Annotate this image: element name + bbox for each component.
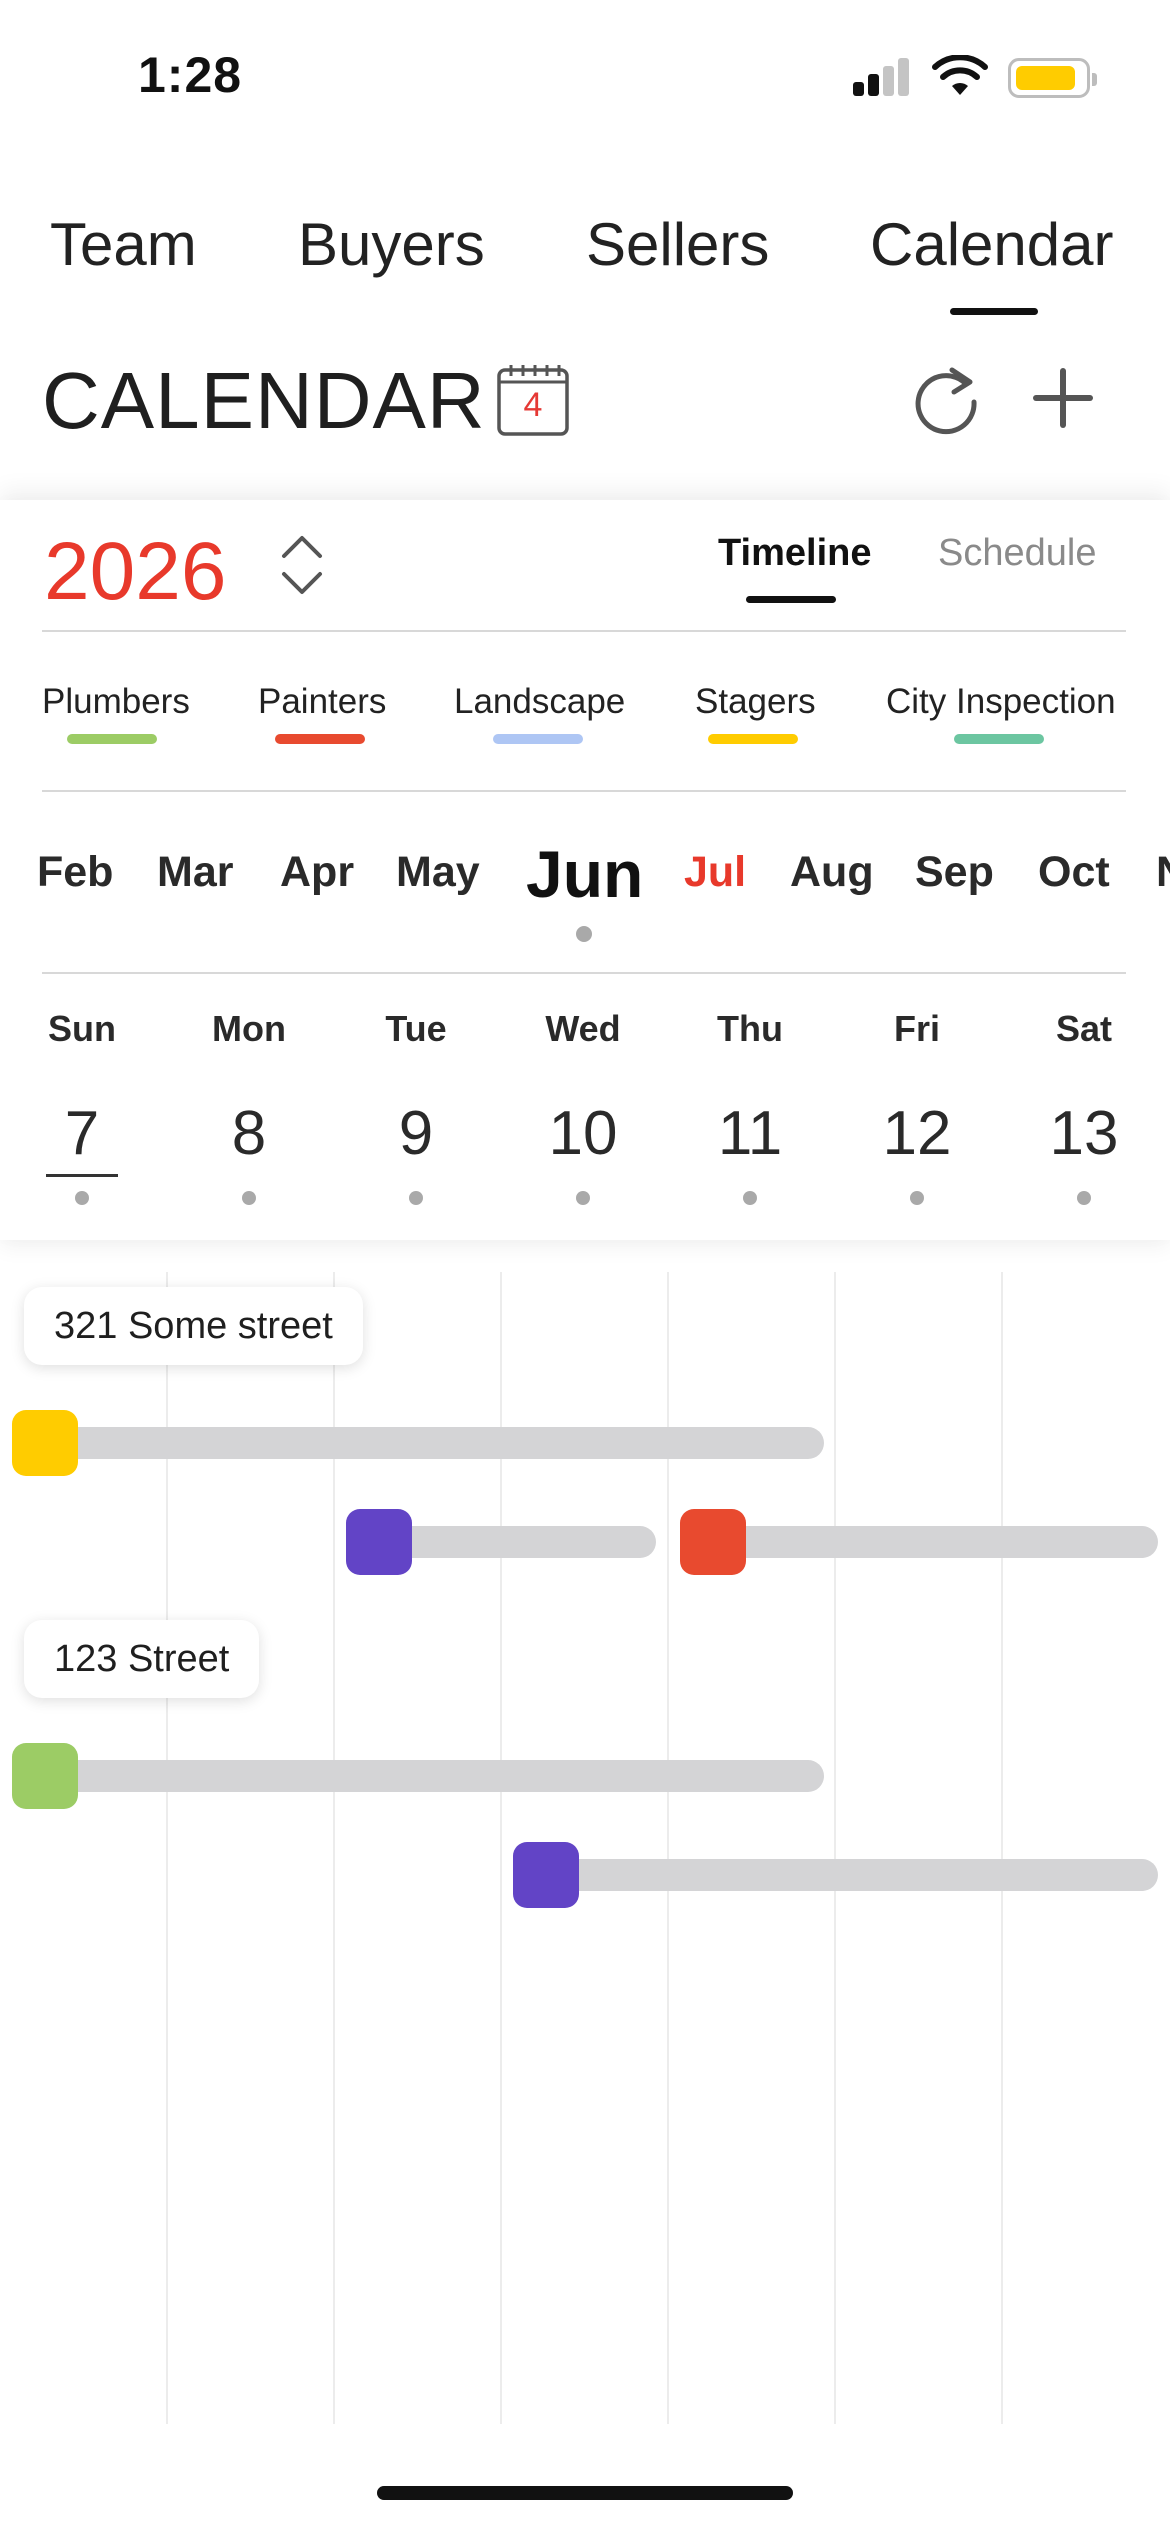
view-tab-indicator [746,596,836,603]
home-indicator[interactable] [377,2486,793,2500]
signal-icon [853,58,909,96]
day-number[interactable]: 13 [1014,1098,1154,1169]
category-stagers[interactable]: Stagers [695,682,816,722]
day-number[interactable]: 8 [179,1098,319,1169]
day-number[interactable]: 9 [346,1098,486,1169]
tab-buyers[interactable]: Buyers [298,210,485,279]
calendar-icon[interactable]: 4 [495,362,571,438]
grid-line [1001,1272,1003,2424]
calendar-icon-number: 4 [523,386,543,424]
category-city-inspection[interactable]: City Inspection [886,682,1116,722]
category-color-bar [67,734,157,744]
category-color-bar [493,734,583,744]
chevron-up-down-icon[interactable] [278,532,326,598]
day-number[interactable]: 10 [513,1098,653,1169]
refresh-icon[interactable] [908,362,984,438]
day-number[interactable]: 11 [680,1098,820,1169]
day-number[interactable]: 12 [847,1098,987,1169]
divider [42,972,1126,974]
year-label[interactable]: 2026 [44,525,226,619]
tab-sellers[interactable]: Sellers [586,210,769,279]
category-color-bar [275,734,365,744]
weekday-label: Sun [48,1008,116,1049]
task-bar[interactable] [515,1859,1158,1891]
month-item[interactable]: Mar [157,848,233,897]
category-plumbers[interactable]: Plumbers [42,682,190,722]
weekday-label: Fri [893,1008,940,1049]
day-dot [910,1191,924,1205]
battery-icon [1008,58,1097,98]
weekday-label: Sat [1055,1008,1113,1049]
day-dot [75,1191,89,1205]
weekday-label: Tue [385,1008,447,1049]
page-title: CALENDAR [42,356,486,445]
month-item-selected[interactable]: Jun [526,836,643,912]
selected-day-underline [46,1174,118,1177]
day-number-selected[interactable]: 7 [12,1098,152,1169]
task-handle-plumbers[interactable] [12,1743,78,1809]
task-bar[interactable] [14,1427,824,1459]
day-dot [576,1191,590,1205]
task-handle[interactable] [346,1509,412,1575]
top-tabs: Team Buyers Sellers Calendar [0,210,1170,320]
task-handle-painters[interactable] [680,1509,746,1575]
day-dot [1077,1191,1091,1205]
day-dot [743,1191,757,1205]
status-bar: 1:28 [0,0,1170,150]
tab-schedule[interactable]: Schedule [938,532,1096,575]
active-tab-indicator [950,308,1038,315]
tab-calendar[interactable]: Calendar [870,210,1114,279]
weekday-label: Mon [212,1008,286,1049]
property-label[interactable]: 321 Some street [24,1287,363,1365]
property-label[interactable]: 123 Street [24,1620,260,1698]
month-item[interactable]: Aug [790,848,874,897]
tab-timeline[interactable]: Timeline [718,532,871,575]
tab-team[interactable]: Team [50,210,197,279]
task-handle[interactable] [513,1842,579,1908]
weekday-label: Thu [717,1008,783,1049]
category-color-bar [708,734,798,744]
selected-month-dot [576,926,592,942]
month-item-highlighted[interactable]: Jul [684,848,746,897]
status-time: 1:28 [138,47,243,103]
month-item[interactable]: Apr [280,848,354,897]
month-item[interactable]: N [1156,848,1170,897]
plus-icon[interactable] [1030,365,1096,431]
divider [42,790,1126,792]
divider [42,630,1126,632]
grid-line [834,1272,836,2424]
wifi-icon [932,55,988,95]
task-handle-stagers[interactable] [12,1410,78,1476]
day-dot [409,1191,423,1205]
task-bar[interactable] [682,1526,1158,1558]
category-painters[interactable]: Painters [258,682,386,722]
month-item[interactable]: Oct [1038,848,1110,897]
category-landscape[interactable]: Landscape [454,682,625,722]
day-dot [242,1191,256,1205]
month-item[interactable]: May [396,848,480,897]
month-item[interactable]: Sep [915,848,994,897]
task-bar[interactable] [14,1760,824,1792]
weekday-label: Wed [545,1008,621,1049]
month-item[interactable]: Feb [37,848,113,897]
category-color-bar [954,734,1044,744]
